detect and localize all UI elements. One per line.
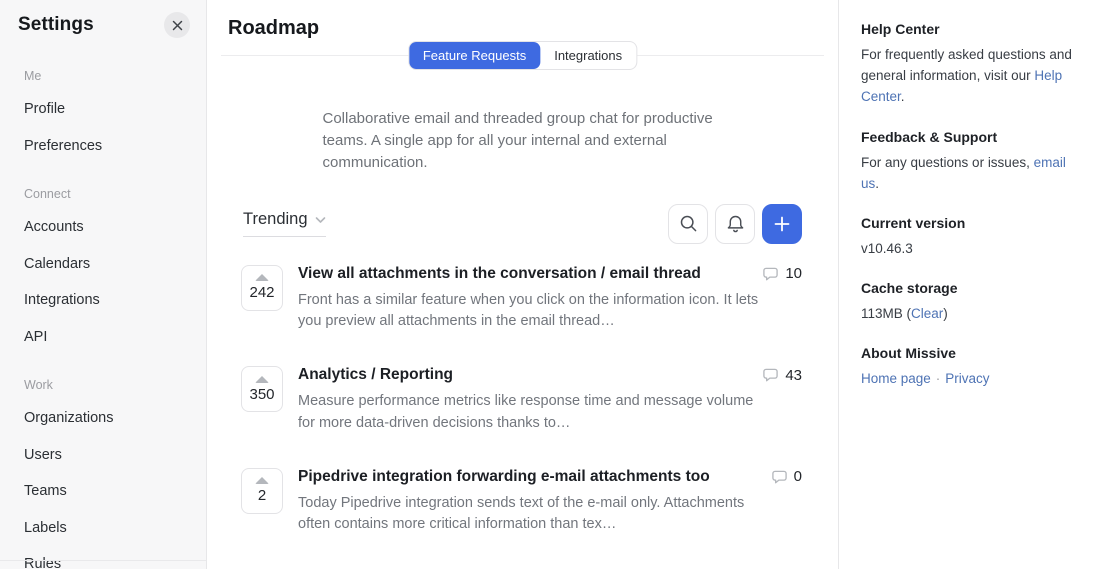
request-row[interactable]: 350 Analytics / Reporting 43 Measure per… (241, 366, 802, 435)
request-title: View all attachments in the conversation… (298, 265, 701, 283)
roadmap-tabs: Feature Requests Integrations (409, 42, 636, 69)
sidebar-header: Settings (18, 12, 190, 38)
bell-icon (726, 214, 745, 234)
comment-chip: 0 (771, 468, 802, 485)
chevron-down-icon (315, 216, 326, 224)
sidebar-group-label-work: Work (24, 378, 190, 392)
sort-dropdown[interactable]: Trending (243, 210, 326, 237)
sidebar-item-users[interactable]: Users (24, 445, 190, 466)
sort-dropdown-label: Trending (243, 210, 308, 229)
add-request-button[interactable] (762, 204, 802, 244)
comment-chip: 43 (762, 367, 802, 384)
sidebar-item-integrations[interactable]: Integrations (24, 290, 190, 311)
privacy-link[interactable]: Privacy (945, 371, 989, 386)
feedback-text: For any questions or issues, (861, 155, 1034, 170)
help-center-suffix: . (901, 89, 905, 104)
vote-count: 242 (249, 284, 274, 301)
sidebar-item-teams[interactable]: Teams (24, 481, 190, 502)
comment-icon (762, 266, 779, 282)
feedback-suffix: . (875, 176, 879, 191)
sidebar-item-api[interactable]: API (24, 327, 190, 348)
vote-count: 350 (249, 386, 274, 403)
version-heading: Current version (861, 215, 1076, 231)
request-title: Analytics / Reporting (298, 366, 453, 384)
request-body: Front has a similar feature when you cli… (298, 290, 768, 334)
help-panel: Help Center For frequently asked questio… (838, 0, 1096, 569)
settings-title: Settings (18, 14, 94, 36)
comment-chip: 10 (762, 265, 802, 282)
request-body: Today Pipedrive integration sends text o… (298, 493, 768, 537)
roadmap-main: Roadmap Feature Requests Integrations Co… (207, 0, 838, 569)
sidebar-divider (0, 560, 206, 561)
settings-sidebar: Settings Me Profile Preferences Connect … (0, 0, 207, 569)
roadmap-header: Roadmap Feature Requests Integrations (221, 0, 824, 56)
upvote-arrow-icon (255, 477, 269, 484)
search-button[interactable] (668, 204, 708, 244)
sidebar-item-calendars[interactable]: Calendars (24, 254, 190, 275)
clear-cache-link[interactable]: Clear (911, 306, 943, 321)
upvote-button[interactable]: 350 (241, 366, 283, 412)
cache-heading: Cache storage (861, 280, 1076, 296)
sidebar-item-accounts[interactable]: Accounts (24, 217, 190, 238)
settings-window: Settings Me Profile Preferences Connect … (0, 0, 1096, 569)
search-icon (679, 214, 698, 233)
sidebar-group-label-me: Me (24, 69, 190, 83)
roadmap-description: Collaborative email and threaded group c… (323, 108, 723, 175)
sidebar-item-organizations[interactable]: Organizations (24, 408, 190, 429)
upvote-arrow-icon (255, 376, 269, 383)
help-center-heading: Help Center (861, 21, 1076, 37)
home-page-link[interactable]: Home page (861, 371, 931, 386)
sidebar-item-labels[interactable]: Labels (24, 518, 190, 539)
comment-count: 10 (785, 265, 802, 282)
cache-suffix: ) (943, 306, 948, 321)
about-links: Home page · Privacy (861, 368, 1076, 389)
toolbar-buttons (668, 204, 802, 244)
cache-body: 113MB (Clear) (861, 303, 1076, 324)
tab-feature-requests[interactable]: Feature Requests (409, 42, 540, 69)
request-title: Pipedrive integration forwarding e-mail … (298, 468, 710, 486)
help-center-body: For frequently asked questions and gener… (861, 44, 1076, 108)
feedback-body: For any questions or issues, email us. (861, 152, 1076, 194)
dot-separator: · (936, 371, 941, 386)
comment-count: 43 (785, 367, 802, 384)
upvote-button[interactable]: 242 (241, 265, 283, 311)
version-value: v10.46.3 (861, 238, 1076, 259)
request-content: View all attachments in the conversation… (298, 265, 802, 334)
request-content: Pipedrive integration forwarding e-mail … (298, 468, 802, 537)
request-content: Analytics / Reporting 43 Measure perform… (298, 366, 802, 435)
sidebar-item-profile[interactable]: Profile (24, 99, 190, 120)
request-row[interactable]: 2 Pipedrive integration forwarding e-mai… (241, 468, 802, 537)
feature-request-list: 242 View all attachments in the conversa… (241, 265, 802, 537)
page-title: Roadmap (221, 0, 824, 40)
cache-size-value: 113MB ( (861, 306, 911, 321)
sidebar-item-preferences[interactable]: Preferences (24, 136, 190, 157)
notifications-button[interactable] (715, 204, 755, 244)
comment-count: 0 (794, 468, 802, 485)
close-icon (172, 20, 183, 31)
request-body: Measure performance metrics like respons… (298, 391, 768, 435)
plus-icon (774, 216, 790, 232)
close-settings-button[interactable] (164, 12, 190, 38)
feedback-heading: Feedback & Support (861, 129, 1076, 145)
comment-icon (762, 367, 779, 383)
roadmap-toolbar: Trending (243, 204, 802, 244)
upvote-arrow-icon (255, 274, 269, 281)
about-heading: About Missive (861, 345, 1076, 361)
vote-count: 2 (258, 487, 266, 504)
tab-integrations[interactable]: Integrations (540, 42, 636, 69)
request-row[interactable]: 242 View all attachments in the conversa… (241, 265, 802, 334)
sidebar-group-label-connect: Connect (24, 187, 190, 201)
upvote-button[interactable]: 2 (241, 468, 283, 514)
sidebar-item-rules[interactable]: Rules (24, 554, 190, 569)
comment-icon (771, 469, 788, 485)
